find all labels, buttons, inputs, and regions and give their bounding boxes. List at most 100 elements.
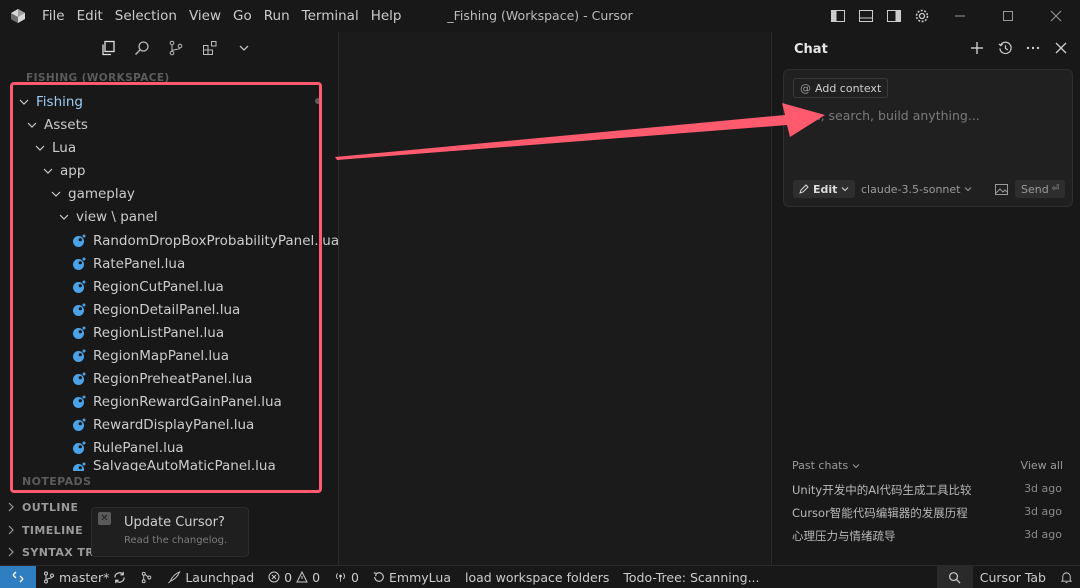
past-chat-item[interactable]: Cursor智能代码编辑器的发展历程 3d ago (792, 505, 1062, 525)
tree-file[interactable]: RegionPreheatPanel.lua (0, 367, 392, 390)
toggle-primary-sidebar-icon[interactable] (824, 0, 852, 32)
tree-folder-view-panel[interactable]: view \ panel (0, 205, 378, 228)
extensions-icon[interactable] (198, 36, 222, 60)
scroll-indicator[interactable] (315, 98, 321, 104)
tree-file[interactable]: RegionCutPanel.lua (0, 275, 392, 298)
tree-label: RewardDisplayPanel.lua (93, 416, 255, 433)
tree-file[interactable]: RewardDisplayPanel.lua (0, 413, 392, 436)
new-chat-plus-icon[interactable] (967, 38, 987, 58)
section-notepads[interactable]: NOTEPADS (0, 474, 338, 488)
tree-file[interactable]: RegionListPanel.lua (0, 321, 392, 344)
error-count: 0 (284, 569, 293, 585)
chevron-down-icon (51, 191, 61, 197)
git-branch[interactable]: master* (36, 566, 133, 588)
cursor-tab-status[interactable]: Cursor Tab (973, 566, 1053, 588)
tree-folder-assets[interactable]: Assets (0, 113, 346, 136)
todo-tree-status[interactable]: Todo-Tree: Scanning... (616, 566, 766, 588)
tree-label: Fishing (36, 93, 83, 110)
chevron-down-icon (35, 145, 45, 151)
chevron-down-icon (842, 187, 849, 192)
menu-terminal[interactable]: Terminal (296, 0, 365, 32)
chevron-down-icon[interactable] (232, 36, 256, 60)
tree-file[interactable]: SalvageAutoMaticPanel.lua (0, 459, 392, 471)
sidebar-toolbar (96, 36, 256, 60)
menu-edit[interactable]: Edit (71, 0, 109, 32)
add-context-label: Add context (815, 81, 882, 95)
ports-indicator[interactable]: 0 (327, 566, 366, 588)
past-chats-label: Past chats (792, 459, 849, 472)
past-chat-item[interactable]: 心理压力与情绪疏导 3d ago (792, 528, 1062, 548)
lua-file-icon (73, 372, 86, 385)
notifications-bell-icon[interactable] (1053, 566, 1080, 588)
chat-input[interactable] (792, 104, 1066, 126)
settings-gear-icon[interactable] (908, 0, 936, 32)
chat-panel: Chat @ Add context Edit claude-3.5-sonne… (771, 32, 1080, 565)
workspace-header[interactable]: FISHING (WORKSPACE) (26, 72, 170, 84)
chevron-right-icon (8, 525, 14, 535)
tree-folder-app[interactable]: app (0, 159, 362, 182)
menu-file[interactable]: File (36, 0, 71, 32)
send-button[interactable]: Send ⏎ (1015, 180, 1066, 198)
past-chat-time: 3d ago (1024, 505, 1062, 518)
add-context-button[interactable]: @ Add context (793, 78, 889, 98)
error-icon (268, 571, 280, 583)
menu-view[interactable]: View (183, 0, 227, 32)
remote-indicator-icon[interactable] (0, 566, 36, 588)
history-icon[interactable] (995, 38, 1015, 58)
tree-file[interactable]: RegionRewardGainPanel.lua (0, 390, 392, 413)
past-chats-header[interactable]: Past chats (792, 459, 860, 472)
toggle-secondary-sidebar-icon[interactable] (880, 0, 908, 32)
tree-folder-lua[interactable]: Lua (0, 136, 354, 159)
tree-file[interactable]: RatePanel.lua (0, 252, 392, 275)
lua-file-icon (73, 280, 86, 293)
search-icon[interactable] (130, 36, 154, 60)
more-options-icon[interactable] (1023, 38, 1043, 58)
chat-title: Chat (794, 42, 828, 57)
launchpad-button[interactable]: Launchpad (160, 566, 261, 588)
search-icon[interactable] (936, 566, 973, 588)
image-upload-icon[interactable] (992, 180, 1010, 198)
close-icon[interactable] (1051, 38, 1071, 58)
menu-bar: File Edit Selection View Go Run Terminal… (36, 0, 407, 32)
source-control-icon[interactable] (164, 36, 188, 60)
status-bar: master* Launchpad 0 0 0 EmmyLua load wor… (0, 565, 1080, 588)
toggle-panel-icon[interactable] (852, 0, 880, 32)
title-bar: File Edit Selection View Go Run Terminal… (0, 0, 1080, 32)
section-label: TIMELINE (22, 523, 84, 537)
lua-file-icon (73, 395, 86, 408)
problems-indicator[interactable]: 0 0 (261, 566, 327, 588)
minimize-icon[interactable] (936, 0, 984, 32)
tree-folder-fishing[interactable]: Fishing (0, 90, 338, 113)
update-notification[interactable]: ✕ Update Cursor? Read the changelog. (91, 507, 249, 557)
model-select[interactable]: claude-3.5-sonnet (861, 180, 972, 198)
past-chat-item[interactable]: Unity开发中的AI代码生成工具比较 3d ago (792, 482, 1062, 502)
close-window-icon[interactable] (1032, 0, 1080, 32)
tree-file[interactable]: RegionDetailPanel.lua (0, 298, 392, 321)
tree-file[interactable]: RulePanel.lua (0, 436, 392, 459)
menu-help[interactable]: Help (365, 0, 408, 32)
language-server-status[interactable]: EmmyLua (366, 566, 458, 588)
warning-count: 0 (312, 569, 321, 585)
rocket-icon (168, 570, 181, 583)
tree-label: RegionPreheatPanel.lua (93, 370, 253, 387)
load-status[interactable]: load workspace folders (458, 566, 616, 588)
section-label: NOTEPADS (22, 474, 92, 488)
enter-key-icon: ⏎ (1051, 184, 1060, 194)
notification-subtitle[interactable]: Read the changelog. (124, 535, 227, 546)
menu-go[interactable]: Go (227, 0, 258, 32)
view-all-link[interactable]: View all (1021, 459, 1063, 472)
editor-area[interactable] (339, 32, 770, 565)
mode-select-button[interactable]: Edit (793, 180, 856, 198)
tree-label: Assets (44, 116, 88, 133)
tree-label: RegionListPanel.lua (93, 324, 225, 341)
git-graph-icon[interactable] (133, 566, 160, 588)
tree-folder-gameplay[interactable]: gameplay (0, 182, 370, 205)
menu-run[interactable]: Run (258, 0, 296, 32)
maximize-icon[interactable] (984, 0, 1032, 32)
menu-selection[interactable]: Selection (109, 0, 183, 32)
explorer-files-icon[interactable] (96, 36, 120, 60)
tree-file[interactable]: RandomDropBoxProbabilityPanel.lua (0, 229, 392, 252)
lua-file-icon (73, 303, 86, 316)
tree-file[interactable]: RegionMapPanel.lua (0, 344, 392, 367)
close-icon[interactable]: ✕ (98, 512, 111, 525)
